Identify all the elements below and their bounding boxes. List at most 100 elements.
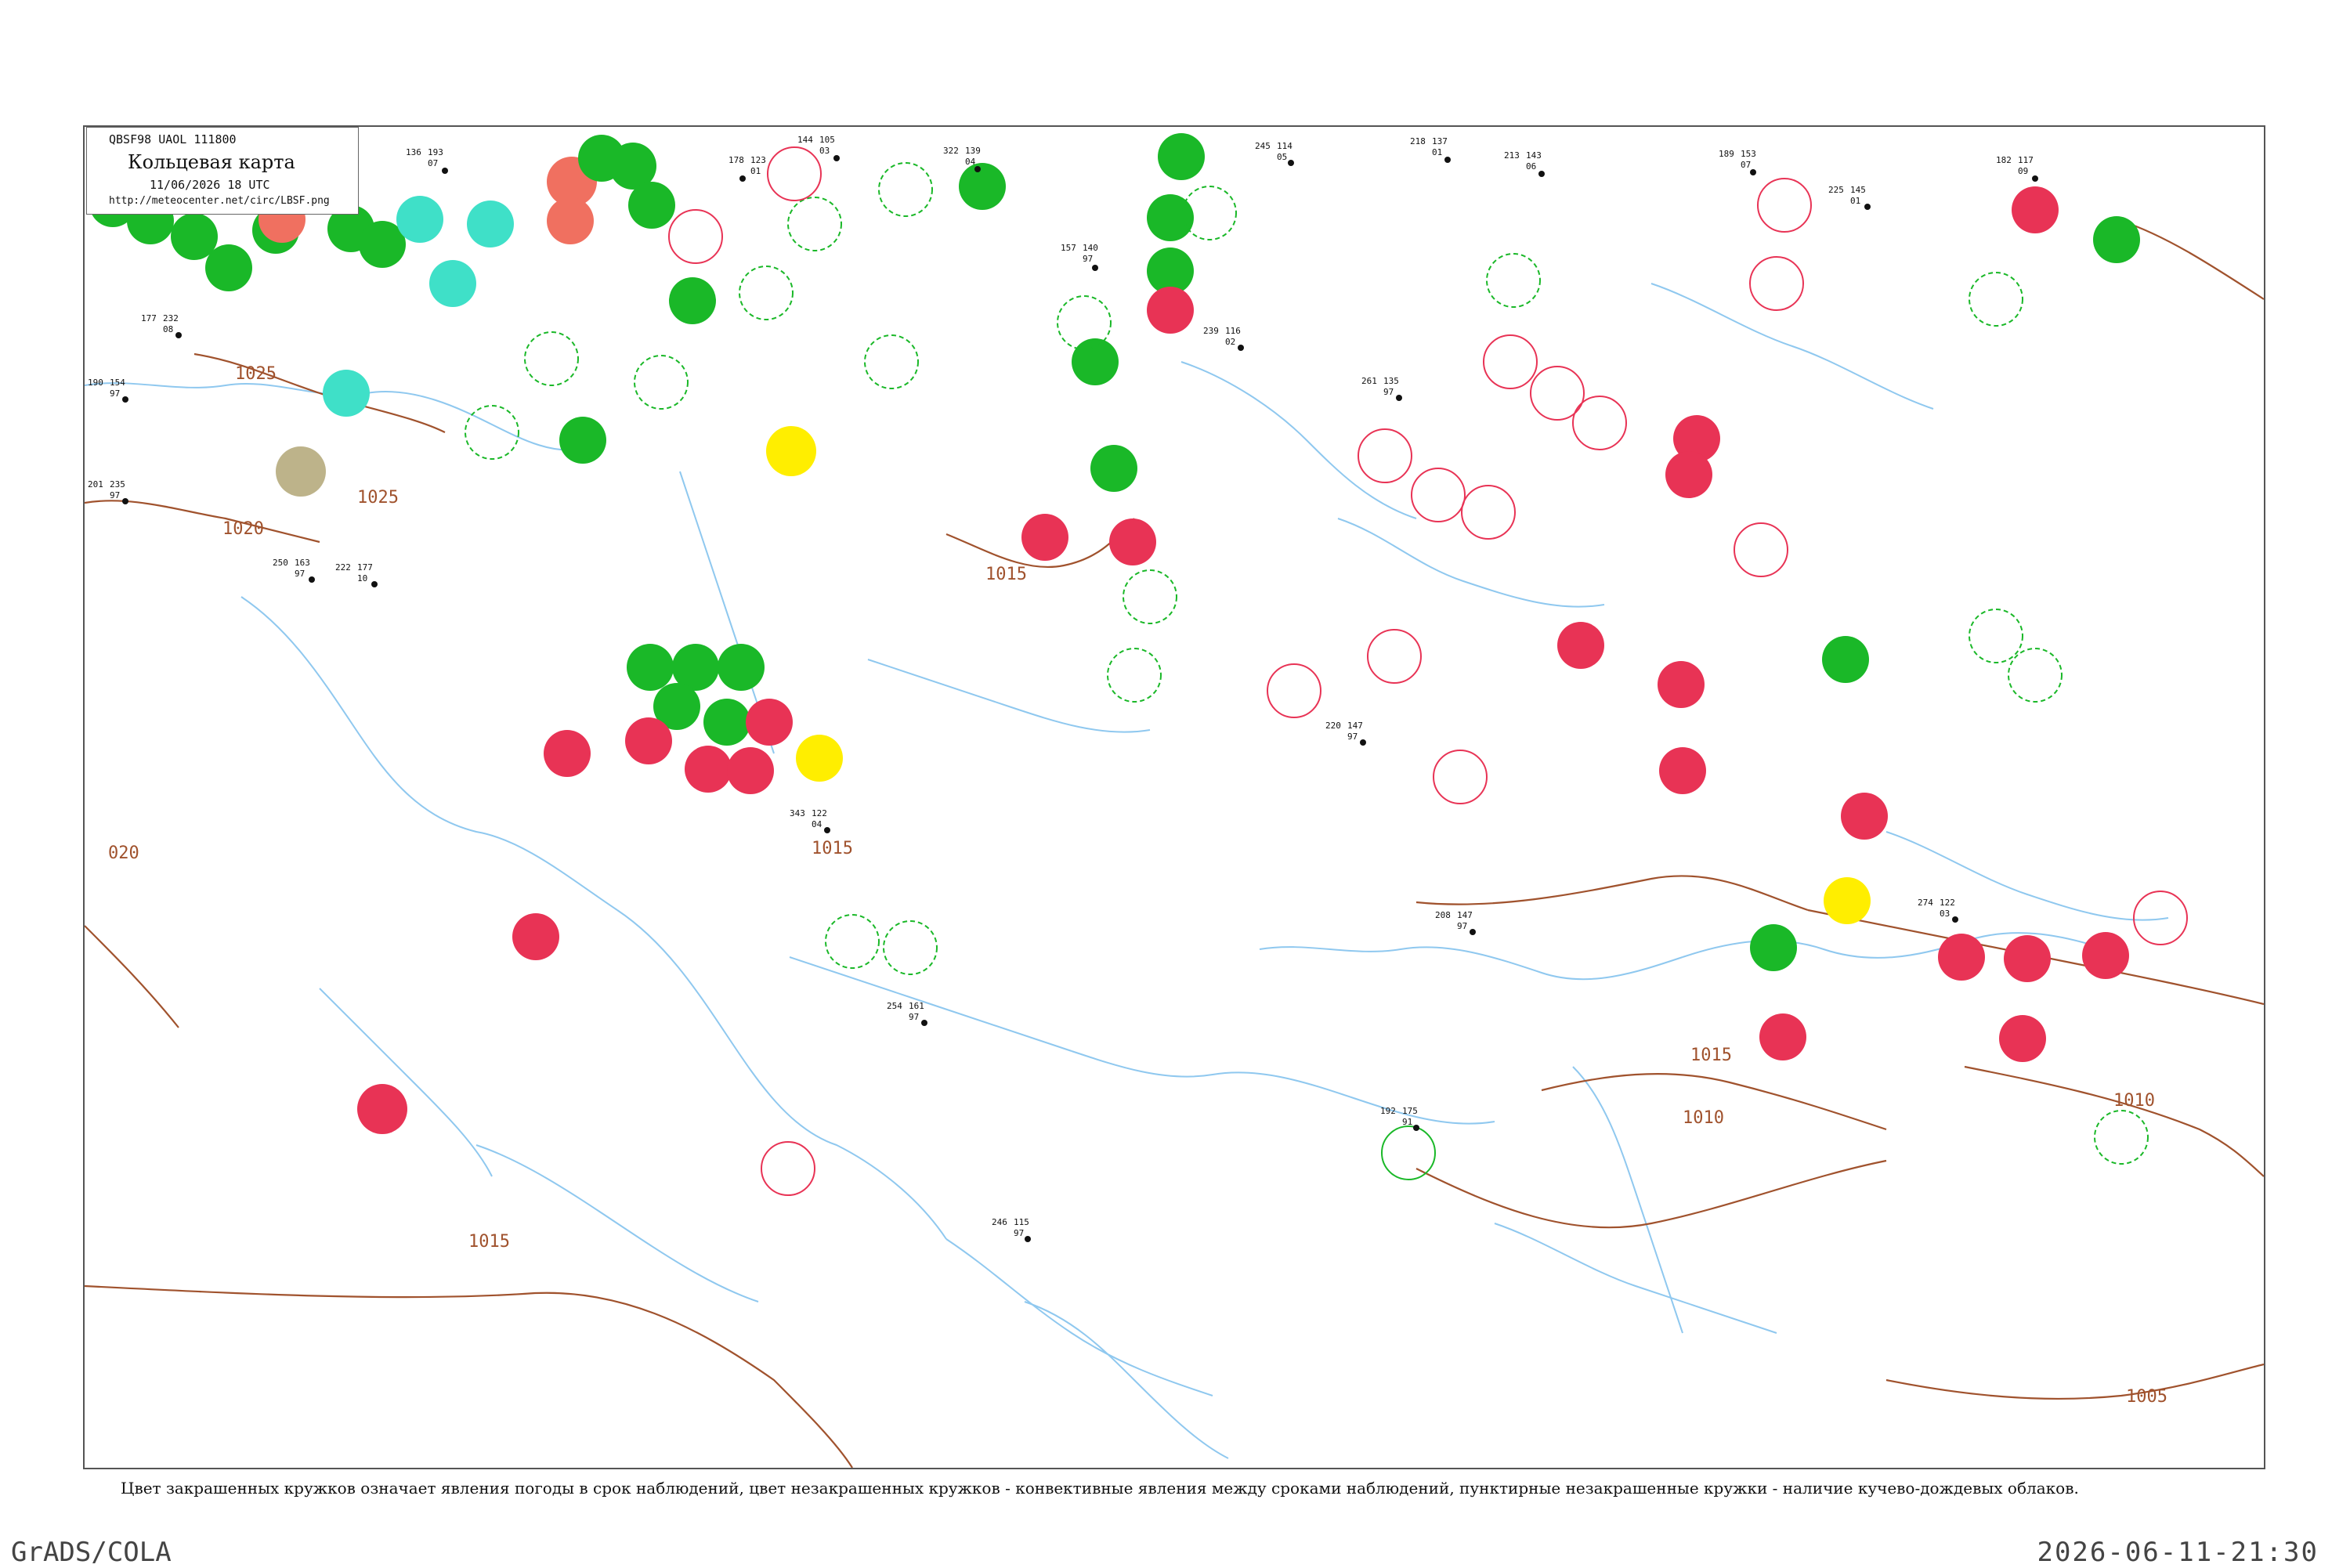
station-temp: 190: [88, 378, 103, 388]
map-caption: Цвет закрашенных кружков означает явлени…: [121, 1479, 2079, 1498]
isobars: [85, 219, 2264, 1468]
station-tendency: 97: [1347, 732, 1358, 742]
station-plot: 225 145 01: [1828, 185, 1866, 206]
station-dot: [1864, 204, 1871, 210]
weather-circle-red: [544, 730, 591, 777]
station-pressure: 145: [1850, 185, 1866, 195]
station-pressure: 154: [110, 378, 125, 388]
station-plot: 239 116 02: [1203, 326, 1241, 347]
station-tendency: 01: [1850, 196, 1860, 206]
station-pressure: 193: [428, 147, 443, 157]
isobar-label: 1020: [222, 519, 264, 539]
station-tendency: 97: [909, 1012, 919, 1022]
weather-circle-cyan: [467, 201, 514, 247]
station-pressure: 139: [965, 146, 981, 156]
station-pressure: 175: [1402, 1106, 1418, 1116]
station-temp: 136: [406, 147, 421, 157]
weather-circle-red: [1759, 1013, 1806, 1060]
cb-cloud-circle: [1123, 569, 1177, 624]
station-dot: [1413, 1125, 1419, 1131]
station-dot: [1952, 916, 1958, 923]
station-plot: 201 235 97: [88, 479, 125, 500]
weather-circle-red: [1147, 287, 1194, 334]
station-pressure: 177: [357, 562, 373, 573]
convective-circle: [1358, 428, 1412, 483]
convective-circle: [2133, 891, 2188, 945]
weather-circle-green: [1072, 338, 1119, 385]
station-dot: [371, 581, 378, 587]
station-plot: 213 143 06: [1504, 150, 1542, 172]
station-dot: [1444, 157, 1451, 163]
weather-circle-green: [669, 277, 716, 324]
weather-circle-green: [959, 163, 1006, 210]
station-plot: 245 114 05: [1255, 141, 1292, 162]
station-temp: 222: [335, 562, 351, 573]
station-pressure: 140: [1083, 243, 1098, 253]
station-dot: [175, 332, 182, 338]
weather-circle-red: [685, 746, 732, 793]
station-tendency: 02: [1225, 337, 1235, 347]
station-pressure: 235: [110, 479, 125, 490]
weather-circle-green: [703, 699, 750, 746]
station-tendency: 09: [2018, 166, 2028, 176]
station-plot: 220 147 97: [1325, 721, 1363, 742]
isobar-label: 1005: [2126, 1387, 2167, 1407]
weather-circle-salmon: [547, 197, 594, 244]
station-dot: [921, 1020, 927, 1026]
station-pressure: 161: [909, 1001, 924, 1011]
weather-circle-red: [512, 913, 559, 960]
station-dot: [309, 576, 315, 583]
station-plot: 246 115 97: [992, 1217, 1029, 1238]
weather-circle-yellow: [766, 426, 816, 476]
station-temp: 225: [1828, 185, 1844, 195]
weather-circle-green: [2093, 216, 2140, 263]
station-plot: 274 122 03: [1918, 898, 1955, 919]
weather-circle-red: [1665, 451, 1712, 498]
convective-circle: [1381, 1125, 1436, 1180]
cb-cloud-circle: [864, 334, 919, 389]
isobar-label: 1010: [2113, 1091, 2155, 1111]
footer-software-label: GrADS/COLA: [11, 1537, 172, 1568]
convective-circle: [1267, 663, 1321, 718]
isobar-label: 1025: [235, 364, 277, 384]
cb-cloud-circle: [2008, 648, 2063, 703]
cb-cloud-circle: [2094, 1110, 2149, 1165]
map-source-url[interactable]: http://meteocenter.net/circ/LBSF.png: [109, 195, 330, 207]
station-plot: 157 140 97: [1061, 243, 1098, 264]
station-dot: [122, 498, 128, 504]
convective-circle: [668, 209, 723, 264]
weather-circle-red: [357, 1084, 407, 1134]
station-tendency: 97: [1014, 1228, 1024, 1238]
station-tendency: 97: [295, 569, 305, 579]
station-dot: [833, 155, 840, 161]
station-dot: [1238, 345, 1244, 351]
station-pressure: 147: [1457, 910, 1473, 920]
station-temp: 343: [790, 808, 805, 818]
station-dot: [974, 166, 981, 172]
weather-circle-green: [628, 182, 675, 229]
station-tendency: 97: [110, 388, 120, 399]
bulletin-code: QBSF98 UAOL 111800: [109, 132, 237, 146]
station-temp: 189: [1719, 149, 1734, 159]
cb-cloud-circle: [1969, 609, 2023, 663]
isobar-label: 1015: [985, 565, 1027, 584]
isobar-label: 1015: [468, 1232, 510, 1252]
station-plot: 177 232 08: [141, 313, 179, 334]
station-dot: [1025, 1236, 1031, 1242]
isobar-label: 1015: [812, 839, 853, 858]
weather-circle-red: [1021, 514, 1068, 561]
cb-cloud-circle: [1107, 648, 1162, 703]
weather-circle-green: [1090, 445, 1137, 492]
station-temp: 201: [88, 479, 103, 490]
convective-circle: [761, 1141, 815, 1196]
weather-circle-olive: [276, 446, 326, 497]
station-tendency: 05: [1277, 152, 1287, 162]
station-pressure: 163: [295, 558, 310, 568]
cb-cloud-circle: [1969, 272, 2023, 327]
station-temp: 261: [1361, 376, 1377, 386]
station-plots: 136 193 07 218 137 01 245 114 05 213 143…: [88, 135, 2034, 1238]
station-pressure: 143: [1526, 150, 1542, 161]
station-plot: 144 105 03: [797, 135, 835, 156]
cb-cloud-circle: [1486, 253, 1541, 308]
station-temp: 254: [887, 1001, 902, 1011]
